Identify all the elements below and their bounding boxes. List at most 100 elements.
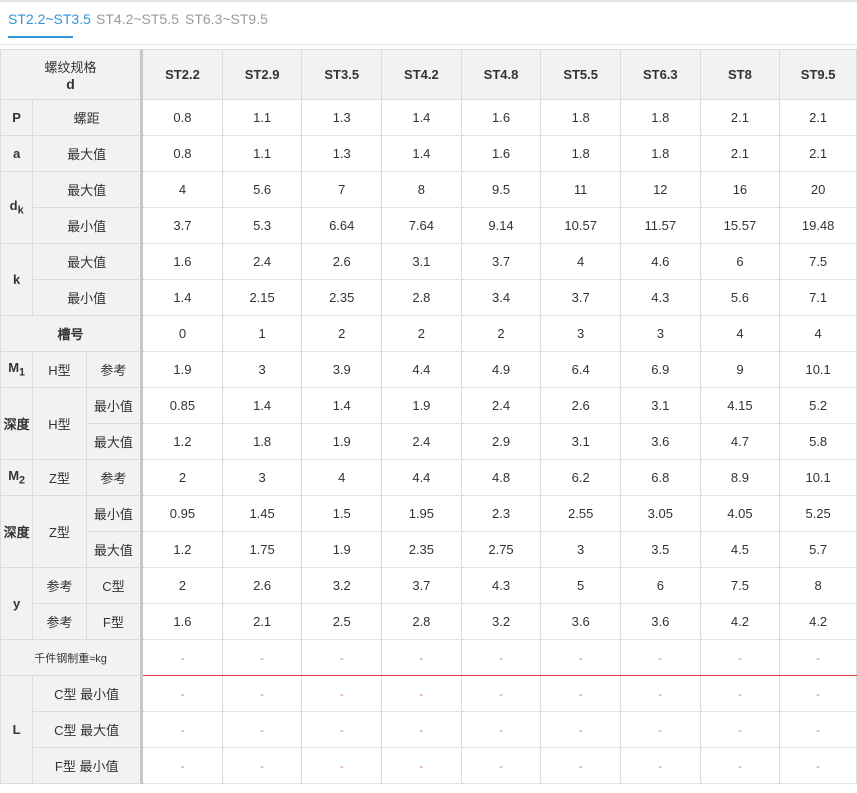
value-cell: 6.4 (540, 351, 621, 388)
row-k_min: 最小值 1.4 2.15 2.35 2.8 3.4 3.7 4.3 5.6 7.1 (1, 279, 857, 316)
value-cell: 1.1 (221, 135, 303, 172)
tab-st4-2-st5-5[interactable]: ST4.2~ST5.5 (96, 11, 179, 27)
value-cell: 1.9 (381, 387, 462, 424)
value-cell: 0.85 (141, 387, 223, 424)
value-cell: 2.1 (221, 603, 303, 640)
col-header: ST8 (699, 49, 781, 100)
value-cell: 10.1 (779, 351, 857, 388)
value-cell: 1.2 (141, 531, 223, 568)
label-max: 最大值 (32, 171, 144, 208)
label-M2-subscript: 2 (19, 474, 26, 487)
value-cell: 1.4 (301, 387, 383, 424)
row-depthZ_min: 深度 Z型 最小值 0.95 1.45 1.5 1.95 2.3 2.55 3.05 4.05 5.2… (0, 495, 857, 568)
label-min: 最小值 (32, 207, 144, 244)
value-cell: 8 (381, 171, 462, 208)
value-cell: 1.6 (460, 99, 542, 136)
value-cell: 7.64 (381, 207, 462, 244)
value-cell: 3.1 (381, 243, 462, 280)
row-L_c_max: C型 最大值 - - - - - - - - - (1, 711, 857, 748)
value-cell: - (619, 639, 701, 676)
value-cell: - (619, 675, 701, 712)
value-cell: 3 (221, 351, 303, 388)
value-cell: 1.9 (301, 531, 383, 568)
value-cell: - (221, 675, 303, 712)
value-cell: 4.8 (460, 459, 542, 496)
value-cell: 6.2 (540, 459, 621, 496)
row-depthH_min: 深度 H型 最小值 0.85 1.4 1.4 1.9 2.4 2.6 3.1 4.15 5.2 (0, 387, 857, 460)
label-min: 最小值 (85, 495, 144, 532)
value-cell: 0.8 (141, 99, 223, 136)
label-dk-subscript: k (17, 204, 24, 217)
value-cell: - (699, 639, 781, 676)
spec-header-cell: 螺纹规格 d (0, 49, 144, 100)
value-cell: - (221, 747, 303, 784)
value-cell: 3 (619, 315, 701, 352)
value-cell: 1.1 (221, 99, 303, 136)
value-cell: - (779, 747, 857, 784)
value-cell: 1.3 (301, 135, 383, 172)
value-cell: 5 (540, 567, 621, 604)
value-cell: 4.9 (460, 351, 542, 388)
value-cell: 4.15 (699, 387, 781, 424)
value-cell: 10.1 (779, 459, 857, 496)
value-cell: 16 (699, 171, 781, 208)
value-cell: 3.1 (540, 423, 621, 460)
value-cell: 2.6 (301, 243, 383, 280)
value-cell: 0.8 (141, 135, 223, 172)
row-P: P 螺距 0.8 1.1 1.3 1.4 1.6 1.8 1.8 2.1 2.1 (0, 99, 857, 136)
value-cell: - (381, 639, 462, 676)
value-cell: 4 (301, 459, 383, 496)
value-cell: - (141, 639, 223, 676)
row-a_max: a 最大值 0.8 1.1 1.3 1.4 1.6 1.8 1.8 2.1 2.1 (0, 135, 857, 172)
value-cell: 3.1 (619, 387, 701, 424)
value-cell: 2.6 (221, 567, 303, 604)
value-cell: - (141, 747, 223, 784)
label-ref: 参考 (32, 603, 87, 640)
label-min: 最小值 (85, 387, 144, 424)
value-cell: 3.7 (381, 567, 462, 604)
value-cell: 12 (619, 171, 701, 208)
value-cell: 5.8 (779, 423, 857, 460)
value-cell: 8 (779, 567, 857, 604)
col-header: ST4.2 (381, 49, 462, 100)
label-L: L (0, 675, 34, 784)
value-cell: 9.14 (460, 207, 542, 244)
value-cell: - (381, 711, 462, 748)
value-cell: 1.6 (141, 243, 223, 280)
value-cell: 1.6 (141, 603, 223, 640)
value-cell: 11 (540, 171, 621, 208)
row-y_C: y 参考 C型 2 2.6 3.2 3.7 4.3 5 6 7.5 8 (0, 567, 857, 640)
value-cell: 4.2 (699, 603, 781, 640)
tab-st2-2-st3-5[interactable]: ST2.2~ST3.5 (8, 11, 91, 27)
row-slot: 槽号 0 1 2 2 2 3 3 4 4 (0, 315, 857, 352)
label-min: 最小值 (32, 279, 144, 316)
label-weight: 千件钢制重≈kg (0, 639, 144, 676)
value-cell: - (460, 747, 542, 784)
col-header: ST5.5 (540, 49, 621, 100)
value-cell: 2.8 (381, 279, 462, 316)
row-M2_ref: M2 Z型 参考 2 3 4 4.4 4.8 6.2 6.8 8.9 10.1 (0, 459, 857, 496)
value-cell: 3.2 (301, 567, 383, 604)
value-cell: - (619, 747, 701, 784)
value-cell: 2 (460, 315, 542, 352)
value-cell: - (141, 711, 223, 748)
col-header: ST2.9 (221, 49, 303, 100)
value-cell: 3 (221, 459, 303, 496)
value-cell: 1.75 (221, 531, 303, 568)
tab-st6-3-st9-5[interactable]: ST6.3~ST9.5 (185, 11, 268, 27)
value-cell: 6.9 (619, 351, 701, 388)
value-cell: - (619, 711, 701, 748)
value-cell: 1 (221, 315, 303, 352)
col-header: ST4.8 (460, 49, 542, 100)
value-cell: 1.9 (301, 423, 383, 460)
value-cell: - (141, 675, 223, 712)
value-cell: 4.2 (779, 603, 857, 640)
label-max: 最大值 (32, 243, 144, 280)
value-cell: - (301, 639, 383, 676)
value-cell: 3.9 (301, 351, 383, 388)
label-F-type: F型 (85, 603, 144, 640)
value-cell: 2.35 (381, 531, 462, 568)
label-M1: M1 (0, 351, 34, 388)
value-cell: 10.57 (540, 207, 621, 244)
value-cell: 4.6 (619, 243, 701, 280)
